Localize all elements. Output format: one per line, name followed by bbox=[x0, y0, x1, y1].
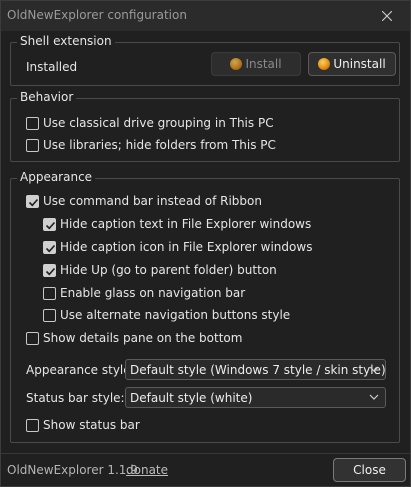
checkbox-label: Hide caption text in File Explorer windo… bbox=[60, 217, 312, 231]
behavior-group: Behavior bbox=[10, 90, 400, 162]
checkbox-box bbox=[43, 287, 56, 300]
shell-extension-group-label: Shell extension bbox=[17, 34, 115, 48]
config-window: OldNewExplorer configuration Shell exten… bbox=[0, 0, 411, 487]
checkmark-icon bbox=[45, 267, 56, 276]
appearance-style-value: Default style (Windows 7 style / skin st… bbox=[130, 363, 386, 377]
close-icon bbox=[382, 11, 392, 21]
behavior-group-label: Behavior bbox=[17, 90, 77, 104]
status-bar-style-select[interactable]: Default style (white) bbox=[125, 387, 386, 408]
checkbox-label: Enable glass on navigation bar bbox=[60, 286, 246, 300]
install-button[interactable]: Install bbox=[211, 52, 301, 76]
close-button-label: Close bbox=[353, 463, 386, 477]
status-bar-style-label: Status bar style: bbox=[26, 391, 125, 405]
checkbox-label: Use libraries; hide folders from This PC bbox=[43, 138, 276, 152]
checkbox-box bbox=[26, 139, 39, 152]
checkbox-box bbox=[26, 195, 39, 208]
chevron-down-icon bbox=[369, 366, 379, 372]
checkmark-icon bbox=[45, 244, 56, 253]
checkbox-box bbox=[26, 117, 39, 130]
appearance-group-label: Appearance bbox=[17, 170, 96, 184]
uninstall-button[interactable]: Uninstall bbox=[308, 52, 396, 76]
checkbox-label: Use classical drive grouping in This PC bbox=[43, 116, 274, 130]
checkbox-box bbox=[26, 332, 39, 345]
close-button[interactable]: Close bbox=[333, 458, 406, 482]
uninstall-button-label: Uninstall bbox=[333, 57, 386, 71]
shell-extension-status: Installed bbox=[26, 60, 78, 74]
uac-shield-icon bbox=[318, 58, 331, 70]
appearance-style-select[interactable]: Default style (Windows 7 style / skin st… bbox=[125, 359, 386, 380]
checkbox-box bbox=[43, 218, 56, 231]
checkbox-label: Hide Up (go to parent folder) button bbox=[60, 263, 277, 277]
version-label: OldNewExplorer 1.1.9 bbox=[7, 463, 138, 477]
checkbox-label: Show details pane on the bottom bbox=[43, 331, 243, 345]
checkbox-label: Use command bar instead of Ribbon bbox=[43, 194, 262, 208]
window-close-button[interactable] bbox=[364, 1, 410, 31]
checkbox-box bbox=[43, 309, 56, 322]
checkbox-box bbox=[26, 419, 39, 432]
donate-link[interactable]: donate bbox=[126, 463, 168, 477]
checkmark-icon bbox=[45, 221, 56, 230]
uac-shield-icon bbox=[230, 58, 243, 70]
checkbox-box bbox=[43, 264, 56, 277]
checkmark-icon bbox=[28, 198, 39, 207]
checkbox-label: Use alternate navigation buttons style bbox=[60, 308, 291, 322]
install-button-label: Install bbox=[245, 57, 282, 71]
status-bar-style-value: Default style (white) bbox=[130, 391, 253, 405]
checkbox-label: Show status bar bbox=[43, 418, 140, 432]
checkbox-label: Hide caption icon in File Explorer windo… bbox=[60, 240, 313, 254]
title-bar: OldNewExplorer configuration bbox=[1, 1, 410, 31]
chevron-down-icon bbox=[369, 394, 379, 400]
checkbox-box bbox=[43, 241, 56, 254]
window-title: OldNewExplorer configuration bbox=[7, 8, 187, 22]
appearance-style-label: Appearance style: bbox=[26, 363, 135, 377]
